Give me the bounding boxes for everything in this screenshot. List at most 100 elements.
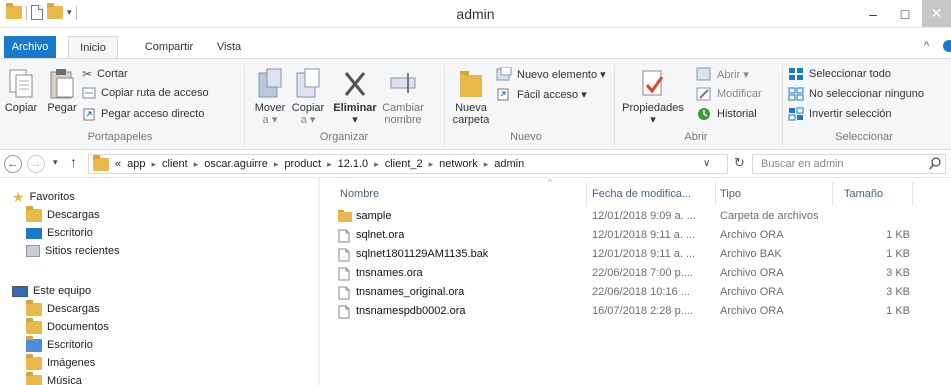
nav-eq-descargas[interactable]: Descargas [26, 299, 100, 318]
history-icon [698, 108, 710, 120]
tab-compartir[interactable]: Compartir [134, 36, 204, 58]
nav-este-equipo[interactable]: Este equipo [12, 282, 91, 300]
minimize-ribbon-button[interactable]: ^ [924, 40, 929, 52]
column-divider[interactable] [832, 182, 833, 206]
sort-ascending-icon: ^ [548, 178, 552, 187]
up-button[interactable]: ↑ [70, 154, 77, 170]
music-folder-icon [26, 371, 42, 385]
select-none-button[interactable]: No seleccionar ninguno [788, 87, 924, 101]
column-header-date[interactable]: Fecha de modifica... [592, 188, 691, 200]
copy-to-button[interactable]: Copiar a ▾ [290, 67, 326, 126]
invert-selection-label: Invertir selección [809, 108, 892, 120]
nav-label: Escritorio [47, 339, 93, 351]
nav-imagenes[interactable]: Imágenes [26, 353, 95, 372]
new-folder-button[interactable]: Nueva carpeta [450, 67, 492, 126]
chevron-right-icon[interactable]: ▸ [429, 159, 434, 170]
file-name: tnsnames_original.ora [356, 286, 465, 298]
tab-inicio[interactable]: Inicio [68, 36, 118, 59]
column-divider[interactable] [715, 182, 716, 206]
easy-access-button[interactable]: Fácil acceso ▾ [496, 87, 587, 101]
move-to-button[interactable]: Mover a ▾ [252, 67, 288, 126]
rename-button[interactable]: Cambiar nombre [382, 67, 424, 126]
breadcrumb-item[interactable]: app [127, 158, 145, 170]
copy-icon [9, 69, 33, 98]
pencil-icon [696, 87, 711, 101]
tab-vista[interactable]: Vista [212, 36, 246, 58]
copy-path-button[interactable]: Copiar ruta de acceso [82, 87, 209, 99]
chevron-right-icon[interactable]: ▸ [374, 159, 379, 170]
open-button[interactable]: Abrir ▾ [696, 67, 749, 81]
breadcrumb-item-current[interactable]: admin [494, 158, 524, 170]
properties-label: Propiedades [622, 102, 684, 114]
breadcrumb-item[interactable]: 12.1.0 [338, 158, 369, 170]
properties-button[interactable]: Propiedades ▾ [620, 67, 686, 126]
folder-icon [93, 154, 109, 171]
table-row[interactable]: tnsnames_original.ora 22/06/2018 10:16 .… [320, 284, 951, 303]
nav-label: Descargas [47, 209, 100, 221]
nav-label: Documentos [47, 321, 109, 333]
breadcrumb: « app ▸ client ▸ oscar.aguirre ▸ product… [93, 154, 524, 173]
table-row[interactable]: tnsnamespdb0002.ora 16/07/2018 2:28 p...… [320, 303, 951, 322]
chevron-right-icon[interactable]: ▸ [274, 159, 279, 170]
minimize-button[interactable]: – [858, 0, 888, 27]
nav-favoritos[interactable]: ★ Favoritos [12, 188, 75, 206]
chevron-right-icon[interactable]: ▸ [151, 159, 156, 170]
paste-button[interactable]: Pegar [44, 67, 80, 114]
column-header-type[interactable]: Tipo [720, 188, 741, 200]
new-item-button[interactable]: Nuevo elemento ▾ [496, 67, 606, 81]
invert-selection-button[interactable]: Invertir selección [788, 107, 892, 121]
file-type: Carpeta de archivos [720, 210, 819, 222]
search-icon[interactable] [929, 157, 941, 171]
table-row[interactable]: sqlnet1801129AM1135.bak 12/01/2018 9:11 … [320, 246, 951, 265]
paste-shortcut-button[interactable]: Pegar acceso directo [82, 107, 204, 121]
file-name: sample [356, 210, 392, 222]
breadcrumb-item[interactable]: client_2 [385, 158, 423, 170]
nav-escritorio[interactable]: Escritorio [26, 224, 93, 242]
breadcrumb-item[interactable]: client [162, 158, 188, 170]
nav-documentos[interactable]: Documentos [26, 317, 109, 336]
file-size: 3 KB [886, 286, 910, 298]
table-row[interactable]: sqlnet.ora 12/01/2018 9:11 a. ... Archiv… [320, 227, 951, 246]
back-button[interactable]: ← [4, 155, 22, 173]
history-button[interactable]: Historial [696, 107, 757, 121]
search-input[interactable]: Buscar en admin [752, 154, 946, 174]
chevron-right-icon[interactable]: ▸ [484, 159, 489, 170]
forward-button[interactable]: → [27, 155, 45, 173]
recent-locations-dropdown[interactable]: ▾ [53, 157, 58, 168]
file-type: Archivo BAK [720, 248, 782, 260]
chevron-down-icon[interactable]: ∨ [703, 158, 710, 169]
delete-button[interactable]: Eliminar ▾ [332, 67, 378, 126]
new-item-label: Nuevo elemento ▾ [517, 68, 606, 81]
copy-label: Copiar [4, 102, 38, 114]
breadcrumb-item[interactable]: oscar.aguirre [204, 158, 268, 170]
nav-descargas[interactable]: Descargas [26, 205, 100, 224]
address-field[interactable]: « app ▸ client ▸ oscar.aguirre ▸ product… [88, 154, 728, 174]
maximize-button[interactable]: □ [890, 0, 920, 27]
edit-button[interactable]: Modificar [696, 87, 762, 101]
history-label: Historial [717, 108, 757, 120]
file-name: sqlnet1801129AM1135.bak [356, 248, 489, 260]
breadcrumb-overflow[interactable]: « [115, 158, 121, 170]
breadcrumb-item[interactable]: product [284, 158, 321, 170]
chevron-right-icon[interactable]: ▸ [327, 159, 332, 170]
tab-archivo[interactable]: Archivo [4, 36, 56, 59]
scissors-icon: ✂ [82, 67, 93, 81]
table-row[interactable]: tnsnames.ora 22/06/2018 7:00 p.... Archi… [320, 265, 951, 284]
column-header-size[interactable]: Tamaño [844, 188, 883, 200]
chevron-right-icon[interactable]: ▸ [194, 159, 199, 170]
breadcrumb-item[interactable]: network [439, 158, 478, 170]
column-divider[interactable] [586, 182, 587, 206]
search-placeholder: Buscar en admin [761, 158, 844, 170]
nav-sitios-recientes[interactable]: Sitios recientes [26, 242, 120, 260]
refresh-icon[interactable]: ↻ [734, 155, 745, 171]
select-all-button[interactable]: Seleccionar todo [788, 67, 891, 81]
table-row[interactable]: sample 12/01/2018 9:09 a. ... Carpeta de… [320, 208, 951, 227]
column-header-name[interactable]: Nombre [340, 188, 379, 200]
nav-musica[interactable]: Música [26, 371, 82, 385]
copy-button[interactable]: Copiar [4, 67, 38, 114]
column-divider[interactable] [912, 182, 913, 206]
help-icon[interactable] [943, 40, 951, 52]
cut-button[interactable]: ✂ Cortar [82, 67, 128, 81]
close-button[interactable]: ✕ [922, 0, 951, 27]
nav-eq-escritorio[interactable]: Escritorio [26, 335, 93, 354]
